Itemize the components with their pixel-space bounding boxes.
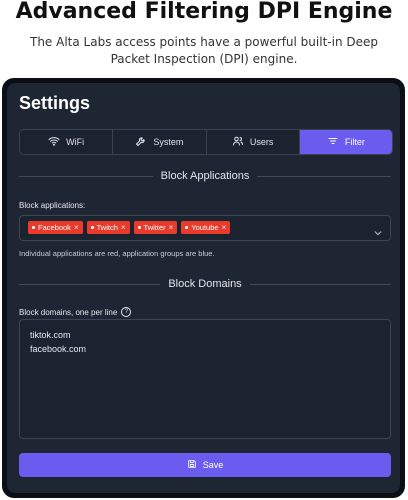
- dot-icon: [185, 226, 189, 229]
- section-title: Block Applications: [160, 170, 250, 182]
- tab-label: WiFi: [66, 137, 85, 147]
- block-applications-label: Block applications:: [19, 201, 86, 210]
- subtitle: The Alta Labs access points have a power…: [0, 34, 408, 68]
- tab-label: Users: [249, 137, 274, 147]
- help-icon[interactable]: ?: [121, 307, 132, 317]
- wrench-icon: [135, 135, 147, 149]
- tab-system[interactable]: System: [113, 130, 207, 154]
- wifi-icon: [48, 135, 60, 149]
- chip-label: Twitter: [143, 223, 166, 232]
- users-icon: [232, 135, 244, 149]
- divider: [19, 283, 161, 285]
- tab-bar: WiFi System Users Filter: [19, 129, 393, 155]
- tab-wifi[interactable]: WiFi: [20, 130, 114, 154]
- chip-label: Twitch: [96, 223, 118, 232]
- block-applications-select[interactable]: Facebook × Twitch × Twitter × Youtube ×: [19, 215, 391, 241]
- app-chip: Facebook ×: [28, 221, 83, 234]
- app-chip: Youtube ×: [181, 221, 231, 234]
- chevron-down-icon[interactable]: [374, 224, 382, 236]
- save-button[interactable]: Save: [19, 453, 391, 477]
- dot-icon: [32, 226, 35, 229]
- section-block-domains: Block Domains: [19, 277, 392, 291]
- subtitle-line-1: The Alta Labs access points have a power…: [30, 35, 378, 49]
- remove-icon[interactable]: ×: [169, 223, 174, 232]
- save-label: Save: [202, 460, 224, 470]
- domain-line: facebook.com: [30, 344, 87, 354]
- block-domains-label: Block domains, one per line ?: [19, 307, 132, 317]
- section-title: Block Domains: [168, 278, 242, 290]
- section-block-applications: Block Applications: [19, 169, 392, 183]
- chip-label: Facebook: [38, 223, 71, 232]
- app-chip: Twitch ×: [86, 221, 130, 234]
- app-chip: Twitter ×: [133, 221, 178, 234]
- subtitle-line-2: Packet Inspection (DPI) engine.: [110, 52, 298, 66]
- tab-label: System: [153, 137, 184, 147]
- remove-icon[interactable]: ×: [222, 223, 227, 232]
- tab-users[interactable]: Users: [206, 130, 300, 154]
- block-domains-textarea[interactable]: tiktok.com facebook.com: [19, 319, 391, 439]
- remove-icon[interactable]: ×: [121, 223, 126, 232]
- tab-filter[interactable]: Filter: [299, 130, 392, 154]
- divider: [257, 175, 392, 177]
- block-applications-hint: Individual applications are red, applica…: [19, 249, 215, 258]
- domain-line: tiktok.com: [30, 330, 71, 340]
- block-domains-label-text: Block domains, one per line: [19, 307, 118, 317]
- page-title: Settings: [19, 93, 91, 113]
- chip-label: Youtube: [191, 223, 219, 232]
- remove-icon[interactable]: ×: [74, 223, 79, 232]
- divider: [249, 283, 392, 285]
- filter-icon: [327, 135, 339, 149]
- dot-icon: [137, 226, 141, 229]
- chip-list: Facebook × Twitch × Twitter × Youtube ×: [28, 221, 231, 234]
- settings-panel: Settings WiFi System Users Filter Block …: [7, 83, 400, 493]
- dot-icon: [90, 226, 94, 229]
- divider: [19, 175, 153, 177]
- tab-label: Filter: [344, 137, 365, 147]
- save-icon: [187, 459, 197, 471]
- headline: Advanced Filtering DPI Engine: [15, 0, 393, 24]
